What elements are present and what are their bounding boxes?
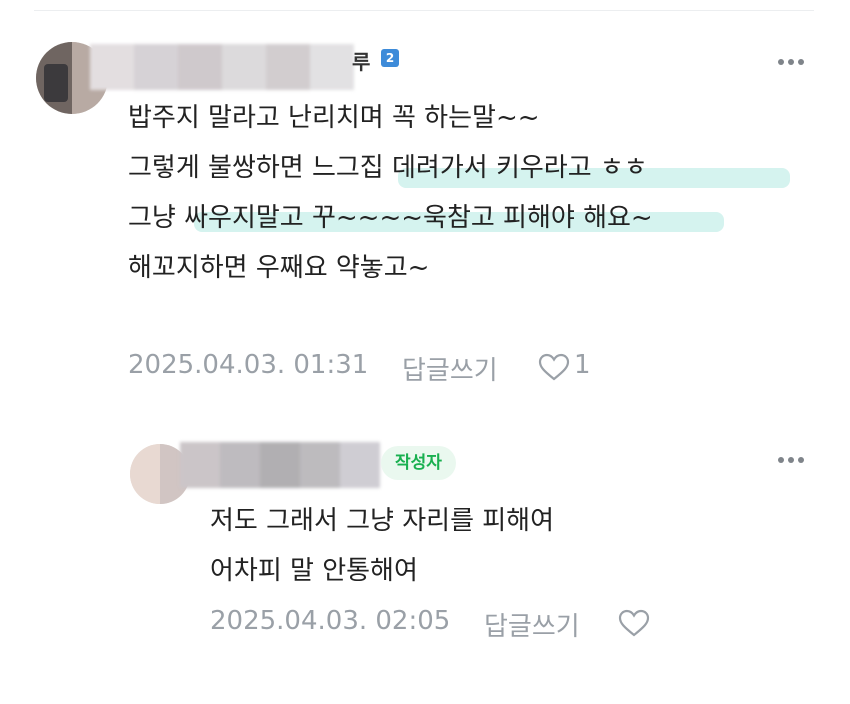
more-options-icon[interactable] [778, 59, 808, 67]
like-count: 1 [574, 350, 591, 380]
heart-icon[interactable] [538, 353, 570, 381]
member-grade-badge: 2 [381, 49, 399, 67]
author-name-suffix: 루 [352, 50, 371, 74]
comment-text-line: 저도 그래서 그냥 자리를 피해여 [210, 506, 555, 536]
comment-text-line: 그냥 싸우지말고 꾸~~~~욱참고 피해야 해요~ [128, 203, 653, 233]
reply-button[interactable]: 답글쓰기 [484, 606, 580, 643]
author-name-blurred[interactable] [90, 44, 354, 90]
comment-text-line: 해꼬지하면 우째요 약놓고~ [128, 253, 430, 283]
reply-comment-item: 작성자 저도 그래서 그냥 자리를 피해여 어차피 말 안통해여 2025.04… [0, 420, 850, 680]
comment-text-line: 그렇게 불쌍하면 느그집 데려가서 키우라고 ㅎㅎ [128, 153, 648, 183]
more-options-icon[interactable] [778, 457, 808, 465]
heart-icon[interactable] [618, 609, 650, 637]
author-name-blurred[interactable] [180, 442, 380, 488]
comment-item: 루 2 밥주지 말라고 난리치며 꼭 하는말~~ 그렇게 불쌍하면 느그집 데려… [0, 0, 850, 400]
reply-button[interactable]: 답글쓰기 [402, 350, 498, 387]
comment-date: 2025.04.03. 01:31 [128, 350, 369, 380]
comment-text-line: 밥주지 말라고 난리치며 꼭 하는말~~ [128, 103, 540, 133]
comment-date: 2025.04.03. 02:05 [210, 606, 451, 636]
comment-text-line: 어차피 말 안통해여 [210, 556, 418, 586]
writer-badge: 작성자 [381, 446, 456, 480]
